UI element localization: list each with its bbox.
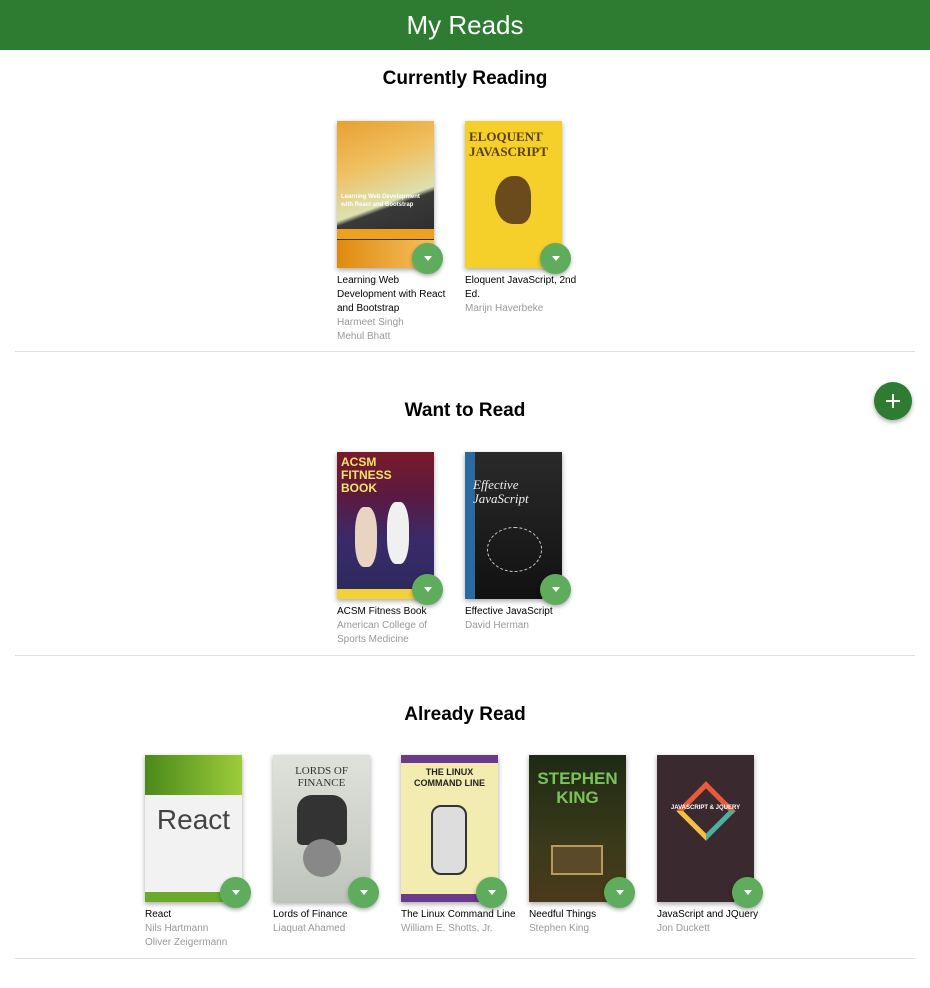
shelf-currently-reading: Currently Reading Learning Web Developme… bbox=[15, 50, 915, 352]
book-author: Oliver Zeigermann bbox=[145, 937, 228, 948]
cover-text: THE LINUX COMMAND LINE bbox=[414, 767, 485, 788]
shelf-changer-button[interactable] bbox=[220, 877, 251, 908]
book-author: Nils Hartmann bbox=[145, 923, 209, 934]
shelf-changer-button[interactable] bbox=[732, 877, 763, 908]
shelf-changer-button[interactable] bbox=[348, 877, 379, 908]
book-title: ACSM Fitness Book bbox=[337, 606, 427, 617]
book-title: React bbox=[145, 909, 172, 920]
book-author: Liaquat Ahamed bbox=[273, 923, 346, 934]
book-author: Marijn Haverbeke bbox=[465, 303, 544, 314]
book-author: David Herman bbox=[465, 620, 529, 631]
shelf-title: Currently Reading bbox=[382, 68, 548, 89]
book-item: ACSM FITNESS BOOK ACSM Fitness Book Amer… bbox=[337, 452, 465, 647]
shelf-changer-button[interactable] bbox=[412, 243, 443, 274]
app-header: My Reads bbox=[0, 0, 930, 50]
cover-text: ACSM FITNESS BOOK bbox=[341, 455, 392, 495]
book-grid: ACSM FITNESS BOOK ACSM Fitness Book Amer… bbox=[15, 452, 915, 647]
shelf-already-read: Already Read React React Nils Hartmann O… bbox=[15, 656, 915, 959]
book-title: Lords of Finance bbox=[273, 909, 348, 920]
book-author: Jon Duckett bbox=[657, 923, 710, 934]
shelf-title: Already Read bbox=[404, 704, 526, 725]
app-title: My Reads bbox=[406, 10, 524, 40]
book-title: Eloquent JavaScript, 2nd Ed. bbox=[465, 275, 577, 300]
book-title: Effective JavaScript bbox=[465, 606, 553, 617]
book-item: JAVASCRIPT & JQUERY JavaScript and JQuer… bbox=[657, 755, 785, 950]
book-author: Mehul Bhatt bbox=[337, 331, 391, 342]
cover-text: STEPHEN KING bbox=[537, 769, 618, 807]
book-author: Stephen King bbox=[529, 923, 590, 934]
book-title: Learning Web Development with React and … bbox=[337, 275, 446, 314]
book-item: STEPHEN KING Needful Things Stephen King bbox=[529, 755, 657, 950]
shelf-changer-button[interactable] bbox=[540, 243, 571, 274]
shelf-changer-button[interactable] bbox=[540, 574, 571, 605]
cover-text: ELOQUENT JAVASCRIPT bbox=[469, 129, 548, 159]
book-grid: React React Nils Hartmann Oliver Zeigerm… bbox=[15, 755, 915, 950]
cover-text: React bbox=[156, 804, 231, 835]
book-item: LORDS OF FINANCE Lords of Finance Liaqua… bbox=[273, 755, 401, 950]
book-item: React React Nils Hartmann Oliver Zeigerm… bbox=[145, 755, 273, 950]
book-title: Needful Things bbox=[529, 909, 597, 920]
book-item: Learning Web Development with React and … bbox=[337, 121, 465, 344]
book-author: American College of Sports Medicine bbox=[337, 620, 428, 645]
book-title: JavaScript and JQuery bbox=[657, 909, 759, 920]
cover-text: Learning Web Development with React and … bbox=[341, 194, 420, 208]
add-book-button[interactable] bbox=[874, 382, 912, 420]
book-item: THE LINUX COMMAND LINE The Linux Command… bbox=[401, 755, 529, 950]
cover-text: LORDS OF FINANCE bbox=[295, 765, 348, 789]
cover-text: Effective JavaScript bbox=[473, 477, 529, 506]
book-author: Harmeet Singh bbox=[337, 317, 404, 328]
shelf-want-to-read: Want to Read ACSM FITNESS BOOK ACSM Fitn… bbox=[15, 352, 915, 656]
book-author: William E. Shotts, Jr. bbox=[401, 923, 493, 934]
book-title: The Linux Command Line bbox=[401, 909, 516, 920]
shelf-title: Want to Read bbox=[404, 400, 526, 421]
shelf-changer-button[interactable] bbox=[412, 574, 443, 605]
shelf-changer-button[interactable] bbox=[604, 877, 635, 908]
cover-text: JAVASCRIPT & JQUERY bbox=[670, 805, 741, 811]
book-item: Effective JavaScript Effective JavaScrip… bbox=[465, 452, 593, 647]
shelf-changer-button[interactable] bbox=[476, 877, 507, 908]
book-grid: Learning Web Development with React and … bbox=[15, 121, 915, 344]
book-item: ELOQUENT JAVASCRIPT Eloquent JavaScript,… bbox=[465, 121, 593, 344]
